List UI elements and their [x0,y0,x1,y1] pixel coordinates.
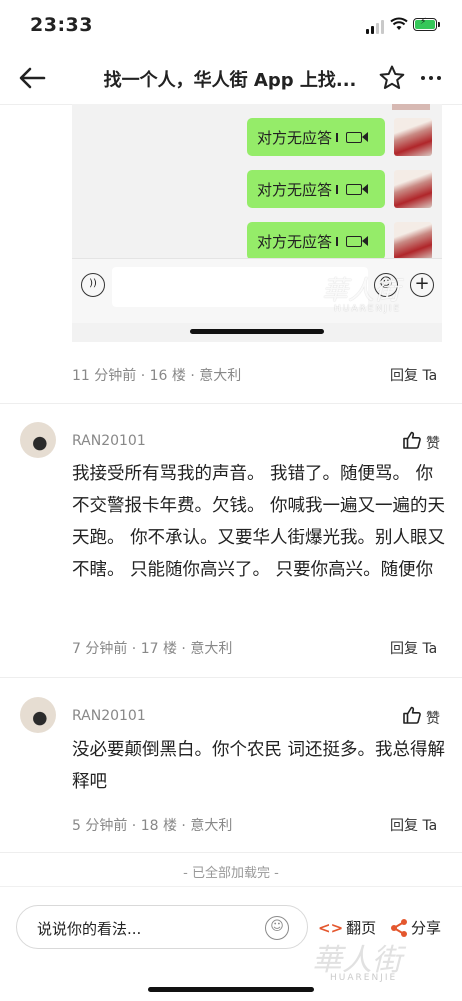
post-meta: 7 分钟前 · 17 楼 · 意大利 [72,641,233,657]
video-call-icon [346,235,369,247]
divider [0,677,462,678]
image-fragment [392,104,430,110]
battery-tip [438,22,440,27]
battery-icon [413,17,437,31]
cellular-signal-icon [366,20,384,34]
post-meta: 11 分钟前 · 16 楼 · 意大利 [72,368,242,384]
plus-icon: + [410,273,434,297]
bottom-bar: 说说你的看法... ☺ <> 翻页 分享 華人街 HUARENJIE [0,886,462,1001]
post-image[interactable]: 对方无应答 对方无应答 对方无应答 )) ☺ + 華人街 HUARENJIE [72,104,442,342]
chat-bubble: 对方无应答 [247,170,385,208]
reply-button[interactable]: 回复 Ta [390,638,437,658]
home-indicator [190,329,324,334]
thumbs-up-icon[interactable] [402,705,422,725]
chat-bubble: 对方无应答 [247,118,385,156]
comment-placeholder: 说说你的看法... [37,920,142,938]
avatar[interactable] [20,697,56,733]
status-time: 23:33 [30,14,93,36]
divider [0,852,462,853]
watermark-logo: 華人街 [322,276,401,306]
avatar[interactable] [20,422,56,458]
username[interactable]: RAN20101 [72,433,146,449]
reply-button[interactable]: 回复 Ta [390,815,437,835]
emoji-icon[interactable]: ☺ [265,916,289,940]
watermark-sub: HUARENJIE [330,973,398,983]
video-call-icon-bar [336,132,339,142]
nav-bar: 找一个人，华人街 App 上找... [0,52,462,105]
video-call-icon [346,131,369,143]
post-content: 没必要颠倒黑白。你个农民 词还挺多。我总得解释吧 [72,740,446,792]
back-arrow-icon[interactable] [18,65,46,91]
like-label[interactable]: 赞 [426,433,440,453]
watermark-sub: HUARENJIE [334,304,402,314]
video-call-icon-bar [336,184,339,194]
more-icon[interactable] [421,76,441,80]
comment-input[interactable]: 说说你的看法... ☺ [16,905,308,949]
end-of-list-label: - 已全部加载完 - [183,866,279,881]
chat-avatar [394,170,432,208]
video-call-icon-bar [336,236,339,246]
divider [0,403,462,404]
code-brackets-icon: <> [318,918,344,937]
video-call-icon [346,183,369,195]
reply-button[interactable]: 回复 Ta [390,365,437,385]
post-content: 我接受所有骂我的声音。 我错了。随便骂。 你不交警报卡年费。欠钱。 你喊我一遍又… [72,464,446,580]
like-label[interactable]: 赞 [426,708,440,728]
wifi-icon [390,17,408,30]
chat-avatar [394,118,432,156]
home-indicator [148,987,314,992]
page-title: 找一个人，华人街 App 上找... [103,70,357,91]
chat-avatar [394,222,432,260]
chat-bubble: 对方无应答 [247,222,385,260]
voice-icon: )) [81,273,105,297]
post-meta: 5 分钟前 · 18 楼 · 意大利 [72,818,233,834]
share-label: 分享 [411,919,442,937]
username[interactable]: RAN20101 [72,708,146,724]
star-icon[interactable] [378,64,406,92]
thumbs-up-icon[interactable] [402,430,422,450]
